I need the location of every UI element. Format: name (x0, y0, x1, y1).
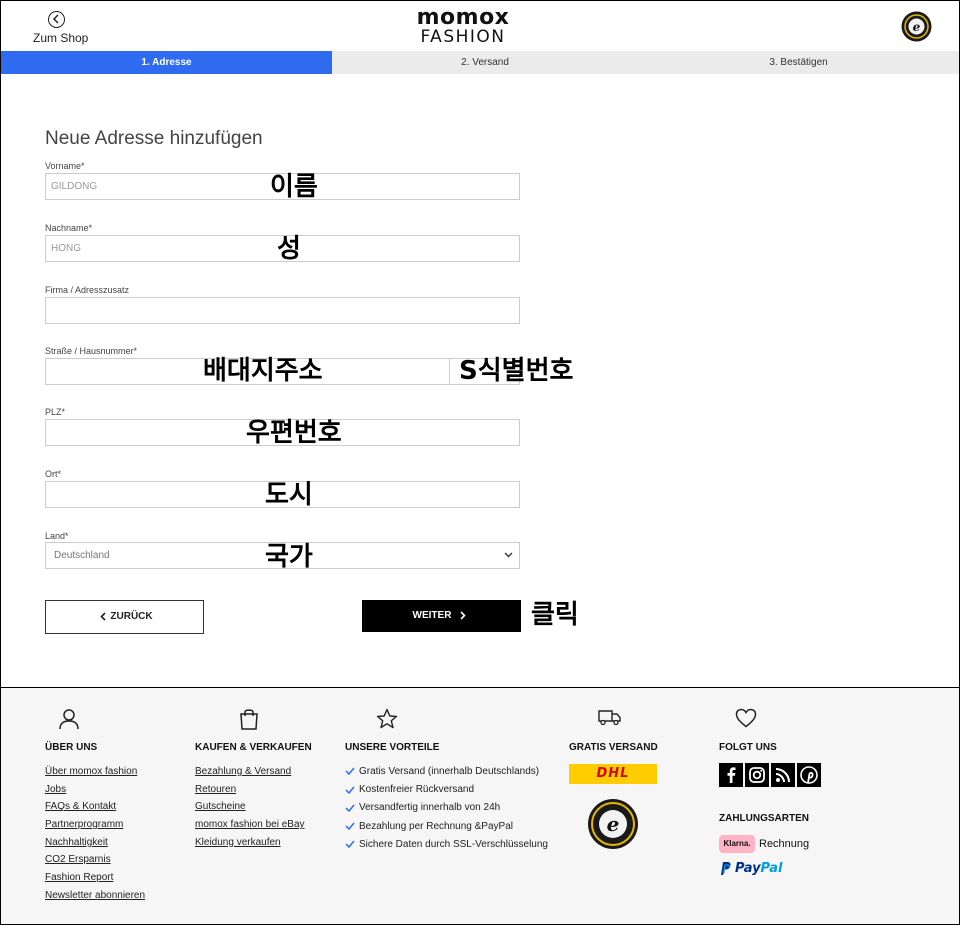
paypal-logo: PayPal (719, 861, 782, 876)
check-icon (345, 804, 355, 812)
land-selected-value: Deutschland (54, 550, 110, 561)
step-adresse: 1. Adresse (1, 51, 332, 74)
annotation-strasse: 배대지주소 (203, 356, 323, 386)
footer-link[interactable]: Kleidung verkaufen (195, 837, 305, 855)
zurueck-button[interactable]: ZURÜCK (45, 600, 204, 634)
back-arrow-icon (48, 11, 65, 28)
footer-link[interactable]: Retouren (195, 784, 305, 802)
dhl-logo: DHL (569, 764, 657, 784)
footer-link[interactable]: Fashion Report (45, 872, 145, 890)
ueber-uns-heading: ÜBER UNS (45, 742, 98, 753)
back-label: Zum Shop (33, 31, 89, 45)
chevron-right-icon (460, 611, 467, 620)
instagram-icon[interactable] (745, 763, 769, 787)
land-label: Land* (45, 531, 69, 541)
firma-label: Firma / Adresszusatz (45, 285, 130, 295)
star-icon (376, 708, 398, 729)
plz-label: PLZ* (45, 407, 66, 417)
annotation-click: 클릭 (531, 600, 579, 630)
zahlungsarten-heading: ZAHLUNGSARTEN (719, 813, 809, 824)
vorteil-item: Bezahlung per Rechnung &PayPal (345, 821, 548, 839)
paypal-p-icon (721, 862, 731, 875)
vorteil-item: Sichere Daten durch SSL-Verschlüsselung (345, 839, 548, 857)
annotation-vorname: 이름 (270, 172, 318, 202)
footer-link[interactable]: Partnerprogramm (45, 819, 145, 837)
footer-link[interactable]: Nachhaltigkeit (45, 837, 145, 855)
vorname-label: Vorname* (45, 161, 85, 171)
check-icon (345, 767, 355, 776)
chevron-left-icon (100, 612, 106, 621)
annotation-hausnummer: S식별번호 (459, 356, 574, 386)
firma-input[interactable] (45, 297, 520, 324)
svg-text:e: e (913, 20, 921, 34)
step-bestaetigen: 3. Bestätigen (769, 57, 828, 68)
heart-icon (735, 708, 757, 728)
header: Zum Shop momox FASHION e (0, 0, 960, 52)
step-versand: 2. Versand (461, 57, 509, 68)
logo-line1: momox (416, 5, 510, 30)
logo-line2: FASHION (420, 27, 506, 47)
vorteil-item: Versandfertig innerhalb von 24h (345, 802, 548, 820)
delivery-truck-icon (598, 710, 621, 726)
annotation-plz: 우편번호 (246, 418, 342, 448)
kaufen-links: Bezahlung & Versand Retouren Gutscheine … (195, 766, 305, 854)
weiter-button[interactable]: WEITER (362, 600, 521, 632)
shopping-bag-icon (240, 709, 258, 730)
klarna-logo: Klarna. (719, 835, 755, 853)
person-icon (59, 709, 79, 730)
vorteile-heading: UNSERE VORTEILE (345, 742, 440, 753)
annotation-ort: 도시 (265, 480, 313, 510)
rss-icon[interactable] (771, 763, 795, 787)
footer-link[interactable]: Jobs (45, 784, 145, 802)
check-icon (345, 786, 355, 794)
pinterest-icon[interactable] (797, 763, 821, 787)
weiter-label: WEITER (412, 610, 452, 621)
ueber-uns-links: Über momox fashion Jobs FAQs & Kontakt P… (45, 766, 145, 908)
vorteile-list: Gratis Versand (innerhalb Deutschlands) … (345, 766, 548, 857)
check-icon (345, 822, 355, 831)
footer-link[interactable]: momox fashion bei eBay (195, 819, 305, 837)
klarna-rechnung: Klarna. Rechnung (719, 835, 809, 853)
footer-link[interactable]: CO2 Ersparnis (45, 854, 145, 872)
footer-link[interactable]: Bezahlung & Versand (195, 766, 305, 784)
footer-link[interactable]: Über momox fashion (45, 766, 145, 784)
logo[interactable]: momox FASHION (405, 5, 521, 47)
footer: ÜBER UNS Über momox fashion Jobs FAQs & … (1, 687, 959, 924)
svg-text:e: e (607, 812, 620, 836)
facebook-icon[interactable] (719, 763, 743, 787)
versand-heading: GRATIS VERSAND (569, 742, 658, 753)
footer-link[interactable]: Gutscheine (195, 801, 305, 819)
kaufen-heading: KAUFEN & VERKAUFEN (195, 742, 312, 753)
annotation-nachname: 성 (277, 234, 301, 264)
trusted-shops-badge-icon[interactable]: e (901, 11, 932, 42)
klarna-text: Rechnung (759, 838, 810, 850)
social-icons (719, 763, 821, 787)
ort-label: Ort* (45, 469, 62, 479)
footer-link[interactable]: FAQs & Kontakt (45, 801, 145, 819)
vorteil-item: Gratis Versand (innerhalb Deutschlands) (345, 766, 548, 784)
footer-link[interactable]: Newsletter abonnieren (45, 890, 145, 908)
chevron-down-icon (504, 552, 513, 558)
paypal-text-pal: Pal (760, 861, 783, 876)
vorteil-item: Kostenfreier Rückversand (345, 784, 548, 802)
folgt-uns-heading: FOLGT UNS (719, 742, 777, 753)
paypal-text-pay: Pay (735, 861, 761, 876)
strasse-label: Straße / Hausnummer* (45, 346, 138, 356)
trusted-shops-guarantee-icon[interactable]: e (587, 798, 639, 850)
nachname-label: Nachname* (45, 223, 93, 233)
check-icon (345, 840, 355, 849)
annotation-land: 국가 (265, 542, 313, 572)
form-title: Neue Adresse hinzufügen (45, 128, 263, 149)
checkout-steps: 1. Adresse 2. Versand 3. Bestätigen (1, 51, 959, 74)
zurueck-label: ZURÜCK (110, 611, 153, 622)
